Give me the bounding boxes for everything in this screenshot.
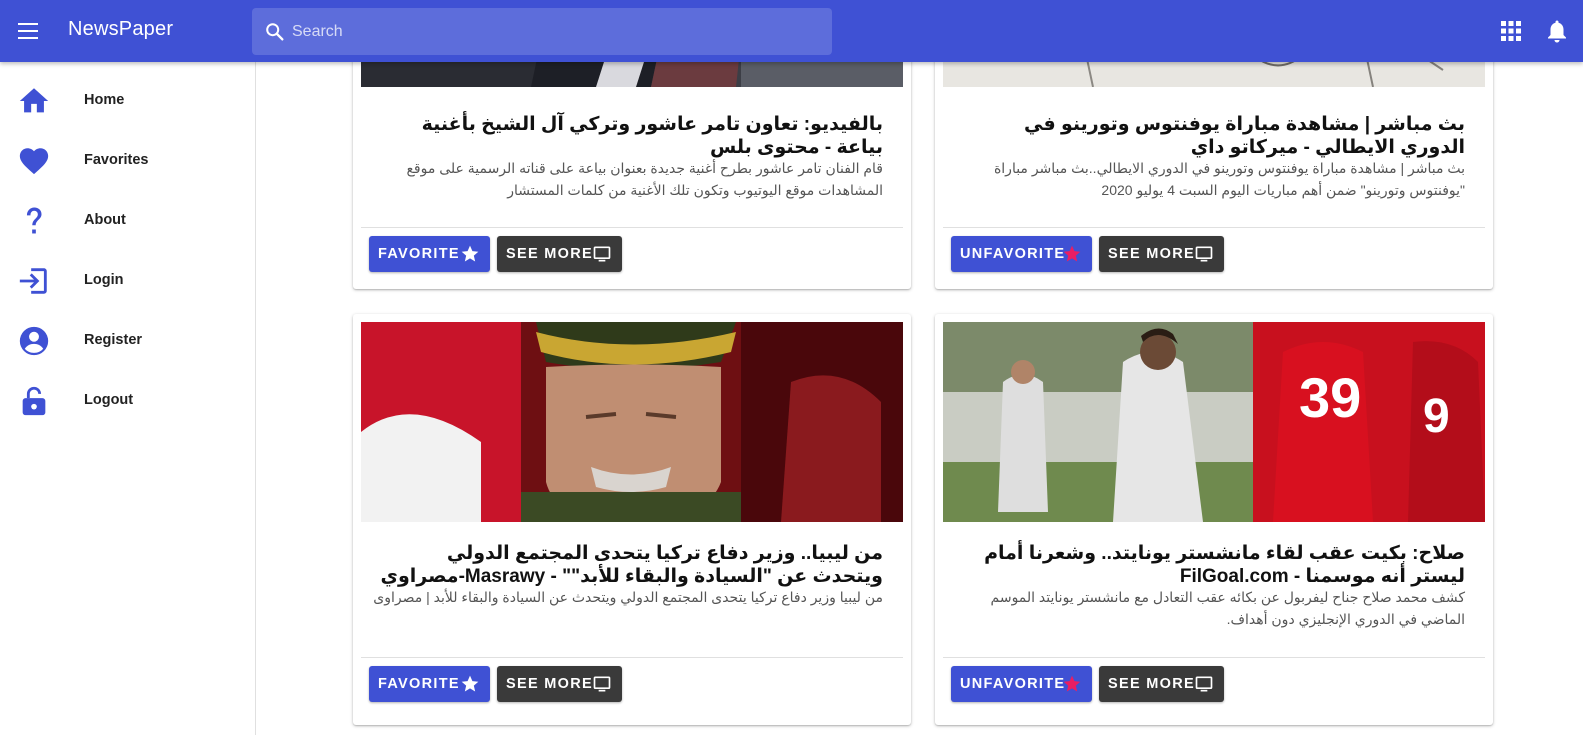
article-image: 39 9 xyxy=(943,322,1485,522)
article-card: بالفيديو: تعاون تامر عاشور وتركي آل الشي… xyxy=(353,40,911,289)
see-more-button-label: SEE MORE xyxy=(1108,246,1195,262)
sidebar: Home Favorites About Login Register Logo… xyxy=(0,62,256,735)
search-bar[interactable] xyxy=(252,8,832,55)
sidebar-item-about[interactable]: About xyxy=(0,190,255,250)
star-icon xyxy=(461,245,479,262)
lock-open-icon xyxy=(22,386,46,416)
monitor-icon xyxy=(593,676,611,692)
see-more-button-label: SEE MORE xyxy=(1108,676,1195,692)
article-title[interactable]: صلاح: بكيت عقب لقاء مانشستر يونايتد.. وش… xyxy=(955,542,1465,588)
sidebar-item-register[interactable]: Register xyxy=(0,310,255,370)
svg-text:39: 39 xyxy=(1299,366,1361,429)
login-icon xyxy=(19,268,47,294)
heart-icon xyxy=(19,148,49,175)
article-card: 39 9 صلاح: بكيت عقب لقاء مانشستر يونايتد… xyxy=(935,314,1493,725)
search-icon xyxy=(266,23,284,41)
home-icon xyxy=(19,88,49,113)
sidebar-item-label: Favorites xyxy=(84,152,149,168)
sidebar-item-label: Register xyxy=(84,332,143,348)
question-mark-icon xyxy=(26,207,42,234)
article-title[interactable]: بالفيديو: تعاون تامر عاشور وتركي آل الشي… xyxy=(373,113,883,159)
sidebar-item-home[interactable]: Home xyxy=(0,70,255,130)
card-divider xyxy=(943,657,1485,658)
article-title[interactable]: بث مباشر | مشاهدة مباراة يوفنتوس وتورينو… xyxy=(955,113,1465,159)
account-circle-icon xyxy=(19,326,49,356)
star-icon xyxy=(1063,245,1081,262)
monitor-icon xyxy=(1195,676,1213,692)
article-description: قام الفنان تامر عاشور بطرح أغنية جديدة ب… xyxy=(406,160,883,198)
favorite-button[interactable]: FAVORITE xyxy=(369,666,490,702)
sidebar-item-label: Home xyxy=(84,92,125,108)
sidebar-item-login[interactable]: Login xyxy=(0,250,255,310)
sidebar-item-label: About xyxy=(84,212,126,228)
sidebar-item-logout[interactable]: Logout xyxy=(0,370,255,430)
favorite-button-label: FAVORITE xyxy=(378,676,460,692)
star-icon xyxy=(1063,675,1081,692)
favorite-button-label: UNFAVORITE xyxy=(960,676,1066,692)
sidebar-item-label: Login xyxy=(84,272,124,288)
monitor-icon xyxy=(1195,246,1213,262)
favorite-button[interactable]: FAVORITE xyxy=(369,236,490,272)
unfavorite-button[interactable]: UNFAVORITE xyxy=(951,666,1092,702)
article-card: بث مباشر | مشاهدة مباراة يوفنتوس وتورينو… xyxy=(935,40,1493,289)
article-image xyxy=(361,322,903,522)
card-divider xyxy=(943,227,1485,228)
see-more-button[interactable]: SEE MORE xyxy=(1099,236,1224,272)
see-more-button[interactable]: SEE MORE xyxy=(497,236,622,272)
favorite-button-label: UNFAVORITE xyxy=(960,246,1066,262)
see-more-button[interactable]: SEE MORE xyxy=(497,666,622,702)
article-title[interactable]: من ليبيا.. وزير دفاع تركيا يتحدى المجتمع… xyxy=(373,542,883,588)
sidebar-item-label: Logout xyxy=(84,392,134,408)
see-more-button-label: SEE MORE xyxy=(506,676,593,692)
article-card: من ليبيا.. وزير دفاع تركيا يتحدى المجتمع… xyxy=(353,314,911,725)
top-app-bar: NewsPaper xyxy=(0,0,1583,62)
card-divider xyxy=(361,657,903,658)
see-more-button[interactable]: SEE MORE xyxy=(1099,666,1224,702)
star-icon xyxy=(461,675,479,692)
favorite-button-label: FAVORITE xyxy=(378,246,460,262)
search-input[interactable] xyxy=(292,8,812,55)
card-divider xyxy=(361,227,903,228)
see-more-button-label: SEE MORE xyxy=(506,246,593,262)
app-title: NewsPaper xyxy=(68,18,174,40)
apps-grid-icon[interactable] xyxy=(1500,20,1522,42)
bell-icon[interactable] xyxy=(1545,18,1569,44)
article-description: بث مباشر | مشاهدة مباراة يوفنتوس وتورينو… xyxy=(993,160,1465,198)
menu-icon[interactable] xyxy=(16,19,40,43)
article-description: كشف محمد صلاح جناح ليفربول عن بكائه عقب … xyxy=(990,589,1465,627)
article-description: من ليبيا وزير دفاع تركيا يتحدى المجتمع ا… xyxy=(373,589,883,605)
unfavorite-button[interactable]: UNFAVORITE xyxy=(951,236,1092,272)
sidebar-item-favorites[interactable]: Favorites xyxy=(0,130,255,190)
svg-text:9: 9 xyxy=(1423,390,1450,443)
monitor-icon xyxy=(593,246,611,262)
